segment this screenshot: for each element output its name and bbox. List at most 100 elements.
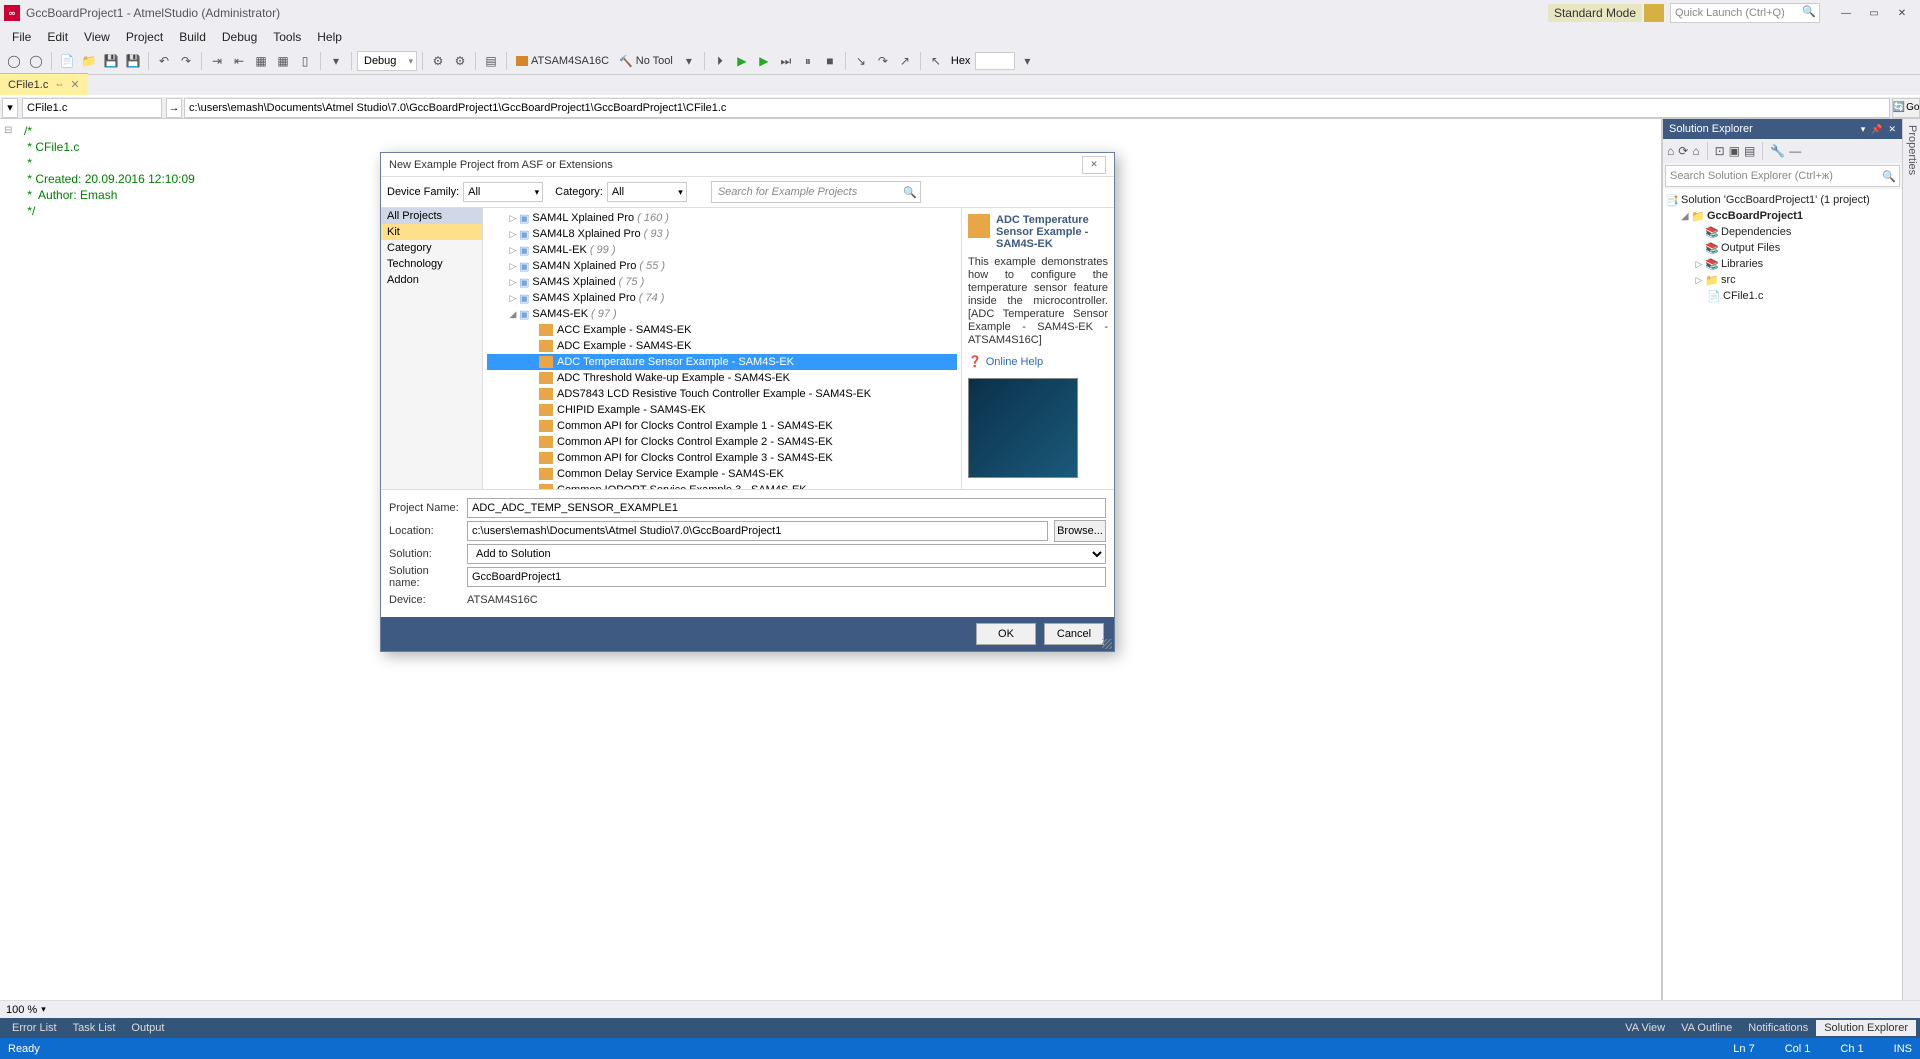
project-tree[interactable]: ▷▣SAM4L Xplained Pro ( 160 )▷▣SAM4L8 Xpl… <box>483 208 962 489</box>
tree-dependencies[interactable]: 📚Dependencies <box>1665 224 1900 240</box>
menu-file[interactable]: File <box>4 28 39 46</box>
tree-solution[interactable]: 📑Solution 'GccBoardProject1' (1 project) <box>1665 192 1900 208</box>
tab-error-list[interactable]: Error List <box>4 1020 65 1036</box>
category-dropdown[interactable]: All <box>607 182 687 202</box>
bookmark-icon[interactable]: ▯ <box>295 51 315 71</box>
tab-solution-explorer[interactable]: Solution Explorer <box>1816 1020 1916 1036</box>
step-into-icon[interactable]: ↘ <box>851 51 871 71</box>
comment-icon[interactable]: ▦ <box>251 51 271 71</box>
example-row[interactable]: Common API for Clocks Control Example 3 … <box>487 450 957 466</box>
step-out-icon[interactable]: ↗ <box>895 51 915 71</box>
redo-icon[interactable]: ↷ <box>176 51 196 71</box>
cursor-icon[interactable]: ↖ <box>926 51 946 71</box>
solexp-pin-icon[interactable]: 📌 <box>1871 124 1882 135</box>
save-icon[interactable]: 💾 <box>101 51 121 71</box>
debug-break-icon[interactable]: ⏵ <box>710 51 730 71</box>
pause-icon[interactable]: ⏸ <box>798 51 818 71</box>
nav-fwd-icon[interactable]: ◯ <box>26 51 46 71</box>
undo-icon[interactable]: ↶ <box>154 51 174 71</box>
tree-cfile[interactable]: 📄CFile1.c <box>1665 288 1900 304</box>
quick-launch-input[interactable]: Quick Launch (Ctrl+Q) <box>1670 3 1820 23</box>
hex-dd-icon[interactable]: ▾ <box>1017 51 1037 71</box>
restore-button[interactable]: ▭ <box>1860 3 1888 23</box>
menu-view[interactable]: View <box>76 28 118 46</box>
tab-va-outline[interactable]: VA Outline <box>1673 1020 1740 1036</box>
solexp-search[interactable]: Search Solution Explorer (Ctrl+ж) <box>1665 165 1900 187</box>
kit-row[interactable]: ▷▣SAM4S Xplained Pro ( 74 ) <box>487 290 957 306</box>
example-row[interactable]: ADC Temperature Sensor Example - SAM4S-E… <box>487 354 957 370</box>
kit-row[interactable]: ▷▣SAM4L-EK ( 99 ) <box>487 242 957 258</box>
location-input[interactable] <box>467 521 1048 541</box>
tab-task-list[interactable]: Task List <box>65 1020 124 1036</box>
zoom-level[interactable]: 100 % <box>6 1004 37 1016</box>
tree-project[interactable]: ◢📁GccBoardProject1 <box>1665 208 1900 224</box>
nav-back-icon[interactable]: ◯ <box>4 51 24 71</box>
menu-edit[interactable]: Edit <box>39 28 76 46</box>
menu-debug[interactable]: Debug <box>214 28 265 46</box>
device-prog-icon[interactable]: ▤ <box>481 51 501 71</box>
cat-addon[interactable]: Addon <box>381 272 482 288</box>
nav-home-icon[interactable]: ⌂ <box>1692 144 1699 158</box>
hex-input[interactable] <box>975 52 1015 70</box>
kit-row[interactable]: ▷▣SAM4S Xplained ( 75 ) <box>487 274 957 290</box>
tab-va-view[interactable]: VA View <box>1617 1020 1673 1036</box>
collapse-icon[interactable]: ⊡ <box>1715 144 1725 158</box>
example-row[interactable]: ACC Example - SAM4S-EK <box>487 322 957 338</box>
cancel-button[interactable]: Cancel <box>1044 623 1104 645</box>
properties-tab[interactable]: Properties <box>1902 119 1920 1000</box>
stop-icon[interactable]: ■ <box>820 51 840 71</box>
new-icon[interactable]: 📄 <box>57 51 77 71</box>
show-all-icon[interactable]: ▤ <box>1744 144 1755 158</box>
dropdown-icon[interactable]: ▾ <box>326 51 346 71</box>
tab-cfile1[interactable]: CFile1.c ⇔ ✕ <box>0 73 88 95</box>
start-nodebug-icon[interactable]: ▶ <box>754 51 774 71</box>
nav-path[interactable]: c:\users\emash\Documents\Atmel Studio\7.… <box>184 98 1890 118</box>
pin-icon[interactable]: ⇔ <box>54 79 64 90</box>
example-row[interactable]: Common IOPORT Service Example 3 - SAM4S-… <box>487 482 957 489</box>
kit-row[interactable]: ▷▣SAM4L8 Xplained Pro ( 93 ) <box>487 226 957 242</box>
example-row[interactable]: Common API for Clocks Control Example 2 … <box>487 434 957 450</box>
example-row[interactable]: ADC Example - SAM4S-EK <box>487 338 957 354</box>
standard-mode-toggle[interactable] <box>1644 4 1664 22</box>
props-icon[interactable]: — <box>1789 144 1801 158</box>
nav-member-dd[interactable]: → <box>166 98 182 118</box>
no-tool-label[interactable]: 🔨 No Tool <box>619 55 673 68</box>
indent-icon[interactable]: ⇥ <box>207 51 227 71</box>
tree-libraries[interactable]: ▷📚Libraries <box>1665 256 1900 272</box>
solexp-tree[interactable]: 📑Solution 'GccBoardProject1' (1 project)… <box>1663 189 1902 1000</box>
step-over-icon[interactable]: ↷ <box>873 51 893 71</box>
build-sol-icon[interactable]: ⚙ <box>450 51 470 71</box>
online-help-link[interactable]: ❓Online Help <box>968 355 1108 368</box>
browse-button[interactable]: Browse... <box>1054 520 1106 542</box>
menu-project[interactable]: Project <box>118 28 171 46</box>
example-row[interactable]: ADC Threshold Wake-up Example - SAM4S-EK <box>487 370 957 386</box>
ok-button[interactable]: OK <box>976 623 1036 645</box>
resize-grip-icon[interactable] <box>1102 639 1112 649</box>
nav-history-dd[interactable]: ▾ <box>2 98 18 118</box>
go-button[interactable]: Go <box>1892 98 1920 118</box>
cat-kit[interactable]: Kit <box>381 224 482 240</box>
build-icon[interactable]: ⚙ <box>428 51 448 71</box>
cat-technology[interactable]: Technology <box>381 256 482 272</box>
menu-build[interactable]: Build <box>171 28 214 46</box>
zoom-dd-icon[interactable]: ▾ <box>41 1004 46 1015</box>
sync-icon[interactable]: ▣ <box>1729 144 1740 158</box>
home-icon[interactable]: ⌂ <box>1667 144 1674 158</box>
tree-output[interactable]: 📚Output Files <box>1665 240 1900 256</box>
nav-scope-dd[interactable]: CFile1.c <box>22 98 162 118</box>
refresh-icon[interactable]: ⟳ <box>1678 144 1688 158</box>
example-search-input[interactable]: Search for Example Projects <box>711 181 921 203</box>
tree-src[interactable]: ▷📁src <box>1665 272 1900 288</box>
outdent-icon[interactable]: ⇤ <box>229 51 249 71</box>
uncomment-icon[interactable]: ▦ <box>273 51 293 71</box>
config-dropdown[interactable]: Debug <box>357 51 417 71</box>
wrench-icon[interactable]: 🔧 <box>1770 144 1785 158</box>
start-debug-icon[interactable]: ▶ <box>732 51 752 71</box>
kit-row[interactable]: ▷▣SAM4L Xplained Pro ( 160 ) <box>487 210 957 226</box>
step-icon[interactable]: ⏭ <box>776 51 796 71</box>
example-row[interactable]: ADS7843 LCD Resistive Touch Controller E… <box>487 386 957 402</box>
tab-close-icon[interactable]: ✕ <box>70 78 79 91</box>
solexp-dd-icon[interactable]: ▾ <box>1861 124 1866 135</box>
solname-input[interactable] <box>467 567 1106 587</box>
open-icon[interactable]: 📁 <box>79 51 99 71</box>
